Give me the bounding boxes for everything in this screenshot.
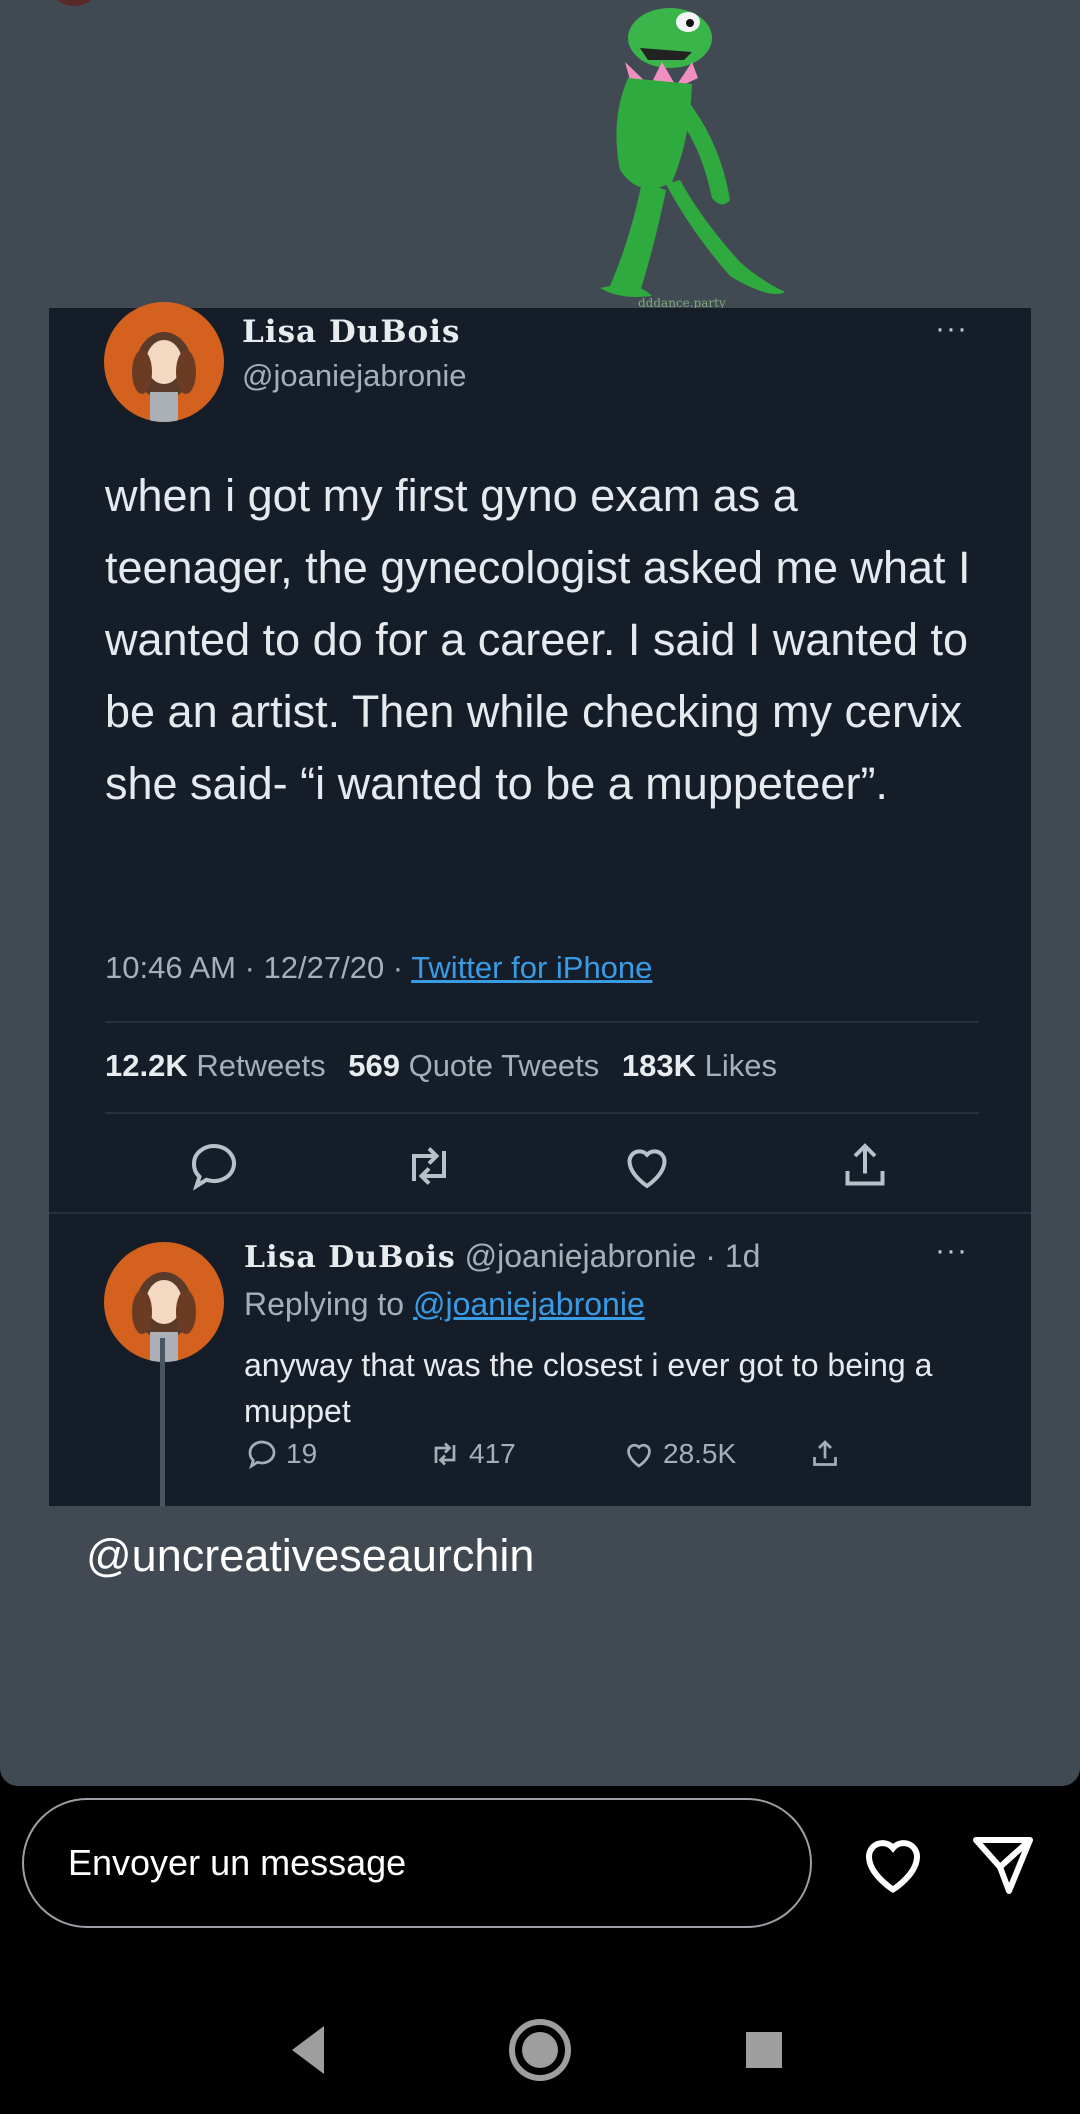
quotes-count: 569 — [348, 1048, 400, 1083]
story-mention[interactable]: @uncreativeseaurchin — [86, 1530, 534, 1582]
retweets-label[interactable]: Retweets — [196, 1048, 325, 1083]
share-icon — [813, 1440, 837, 1466]
replying-to: Replying to @joaniejabronie — [244, 1286, 645, 1323]
reply-likes-count: 28.5K — [663, 1438, 737, 1469]
reply-share[interactable] — [807, 1436, 843, 1472]
message-input[interactable]: Envoyer un message — [22, 1798, 812, 1928]
divider — [105, 1112, 979, 1114]
reply-replies-count: 19 — [286, 1438, 318, 1469]
tweet-author-avatar — [104, 302, 224, 422]
reply-author-name: Lisa DuBois — [244, 1240, 456, 1275]
divider — [105, 1021, 979, 1023]
reply-text: anyway that was the closest i ever got t… — [244, 1347, 933, 1429]
reply-author-handle: @joaniejabronie · 1d — [464, 1238, 761, 1274]
reply-more-button[interactable]: ··· — [935, 1234, 968, 1268]
retweet-icon — [434, 1442, 456, 1466]
tweet-meta: 10:46 AM · 12/27/20 · Twitter for iPhone — [105, 950, 652, 986]
tweet-screenshot: Lisa DuBois @joaniejabronie ··· when i g… — [49, 302, 1031, 1506]
reply-likes[interactable]: 28.5K — [621, 1436, 736, 1472]
reply-retweets[interactable]: 417 — [427, 1436, 516, 1472]
reply-replies[interactable]: 19 — [244, 1436, 317, 1472]
tweet-stats: 12.2K Retweets 569 Quote Tweets 183K Lik… — [105, 1048, 777, 1084]
share-icon[interactable] — [835, 1136, 895, 1196]
tweet-author-name: Lisa DuBois — [242, 314, 461, 350]
kermit-sticker — [600, 8, 785, 297]
tweet-author-handle: @joaniejabronie — [242, 358, 467, 393]
reply-icon — [248, 1440, 276, 1470]
reply-icon[interactable] — [184, 1136, 244, 1196]
heart-icon[interactable] — [617, 1136, 677, 1196]
reply-header: Lisa DuBois @joaniejabronie · 1d — [244, 1238, 760, 1275]
reply-retweets-count: 417 — [469, 1438, 516, 1469]
tweet-timestamp: 10:46 AM · 12/27/20 · — [105, 950, 412, 985]
send-icon[interactable] — [967, 1828, 1039, 1900]
story-author-avatar[interactable] — [46, 0, 102, 6]
tweet-more-button[interactable]: ··· — [935, 312, 968, 346]
retweets-count: 12.2K — [105, 1048, 188, 1083]
likes-label[interactable]: Likes — [705, 1048, 777, 1083]
reply-thread-line — [160, 1338, 165, 1506]
quotes-label[interactable]: Quote Tweets — [409, 1048, 600, 1083]
likes-count: 183K — [621, 1048, 697, 1083]
nav-recents-icon[interactable] — [724, 2010, 804, 2090]
divider — [49, 1212, 1031, 1214]
tweet-text: when i got my first gyno exam as a teena… — [105, 470, 971, 809]
heart-icon — [627, 1443, 651, 1468]
heart-icon[interactable] — [857, 1828, 929, 1900]
nav-back-icon[interactable] — [272, 2010, 352, 2090]
story-frame: dddance.party Lisa DuBois @joaniejabroni… — [0, 0, 1080, 1786]
tweet-source-link[interactable]: Twitter for iPhone — [411, 950, 652, 985]
retweet-icon[interactable] — [399, 1136, 459, 1196]
replying-to-handle[interactable]: @joaniejabronie — [413, 1286, 645, 1322]
nav-home-icon[interactable] — [500, 2010, 580, 2090]
replying-to-prefix: Replying to — [244, 1286, 413, 1322]
